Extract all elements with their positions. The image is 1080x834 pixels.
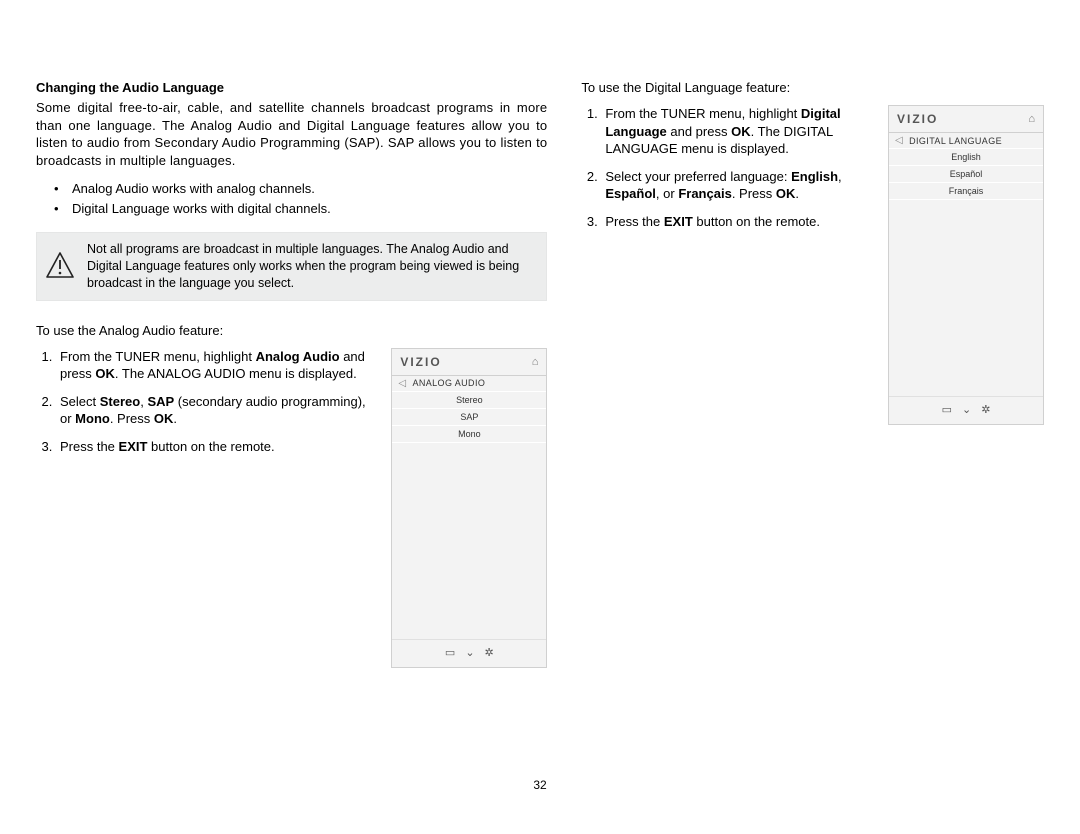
step-text: .: [795, 186, 799, 201]
analog-lead: To use the Analog Audio feature:: [36, 323, 547, 338]
back-icon: ◁: [398, 378, 406, 389]
step-bold: EXIT: [664, 214, 693, 229]
step-text: From the TUNER menu, highlight: [60, 349, 256, 364]
warning-box: Not all programs are broadcast in multip…: [36, 232, 547, 301]
panel-item: Français: [889, 183, 1043, 200]
step-text: button on the remote.: [693, 214, 820, 229]
list-item: Press the EXIT button on the remote.: [601, 213, 872, 231]
step-text: ,: [838, 169, 842, 184]
step-bold: EXIT: [119, 439, 148, 454]
digital-language-panel: VIZIO ⌂ ◁ DIGITAL LANGUAGE English Españ…: [888, 105, 1044, 425]
step-text: .: [173, 411, 177, 426]
step-text: Select: [60, 394, 100, 409]
step-text: . Press: [110, 411, 154, 426]
step-bold: Analog Audio: [256, 349, 340, 364]
step-bold: Español: [605, 186, 656, 201]
gear-icon: ✲: [981, 403, 990, 416]
chevron-down-icon: ⌄: [465, 646, 474, 659]
vizio-logo: VIZIO: [400, 355, 441, 369]
wide-icon: ▭: [942, 403, 952, 416]
step-bold: English: [791, 169, 838, 184]
analog-audio-panel: VIZIO ⌂ ◁ ANALOG AUDIO Stereo SAP Mono ▭…: [391, 348, 547, 668]
list-item: Select Stereo, SAP (secondary audio prog…: [56, 393, 375, 428]
digital-lead: To use the Digital Language feature:: [581, 80, 1044, 95]
panel-item: Español: [889, 166, 1043, 183]
step-bold: OK: [95, 366, 115, 381]
step-bold: Mono: [75, 411, 110, 426]
step-bold: OK: [154, 411, 174, 426]
step-text: From the TUNER menu, highlight: [605, 106, 801, 121]
list-item: From the TUNER menu, highlight Digital L…: [601, 105, 872, 158]
list-item: Digital Language works with digital chan…: [54, 199, 547, 219]
home-icon: ⌂: [1028, 113, 1035, 125]
panel-item: SAP: [392, 409, 546, 426]
panel-footer: ▭ ⌄ ✲: [392, 639, 546, 667]
list-item: From the TUNER menu, highlight Analog Au…: [56, 348, 375, 383]
vizio-logo: VIZIO: [897, 112, 938, 126]
analog-steps: From the TUNER menu, highlight Analog Au…: [56, 348, 375, 456]
back-icon: ◁: [895, 135, 903, 146]
list-item: Press the EXIT button on the remote.: [56, 438, 375, 456]
step-text: Press the: [605, 214, 664, 229]
home-icon: ⌂: [532, 356, 539, 368]
page-number: 32: [36, 778, 1044, 792]
section-title: Changing the Audio Language: [36, 80, 547, 95]
step-text: , or: [656, 186, 678, 201]
step-text: . The ANALOG AUDIO menu is displayed.: [115, 366, 357, 381]
step-bold: SAP: [147, 394, 174, 409]
warning-text: Not all programs are broadcast in multip…: [87, 241, 534, 292]
warning-icon: [45, 250, 75, 283]
wide-icon: ▭: [445, 646, 455, 659]
step-bold: Stereo: [100, 394, 140, 409]
intro-paragraph: Some digital free-to-air, cable, and sat…: [36, 99, 547, 169]
list-item: Select your preferred language: English,…: [601, 168, 872, 203]
step-text: button on the remote.: [147, 439, 274, 454]
panel-footer: ▭ ⌄ ✲: [889, 396, 1043, 424]
panel-item: Mono: [392, 426, 546, 443]
step-bold: Français: [678, 186, 731, 201]
step-text: Press the: [60, 439, 119, 454]
step-bold: OK: [776, 186, 796, 201]
chevron-down-icon: ⌄: [962, 403, 971, 416]
panel-title: ANALOG AUDIO: [412, 378, 485, 388]
step-bold: OK: [731, 124, 751, 139]
step-text: . Press: [732, 186, 776, 201]
step-text: Select your preferred language:: [605, 169, 791, 184]
panel-item: Stereo: [392, 392, 546, 409]
gear-icon: ✲: [485, 646, 494, 659]
bullet-list: Analog Audio works with analog channels.…: [54, 179, 547, 218]
panel-item: English: [889, 149, 1043, 166]
step-text: and press: [667, 124, 731, 139]
list-item: Analog Audio works with analog channels.: [54, 179, 547, 199]
digital-steps: From the TUNER menu, highlight Digital L…: [601, 105, 872, 230]
panel-title: DIGITAL LANGUAGE: [909, 136, 1002, 146]
